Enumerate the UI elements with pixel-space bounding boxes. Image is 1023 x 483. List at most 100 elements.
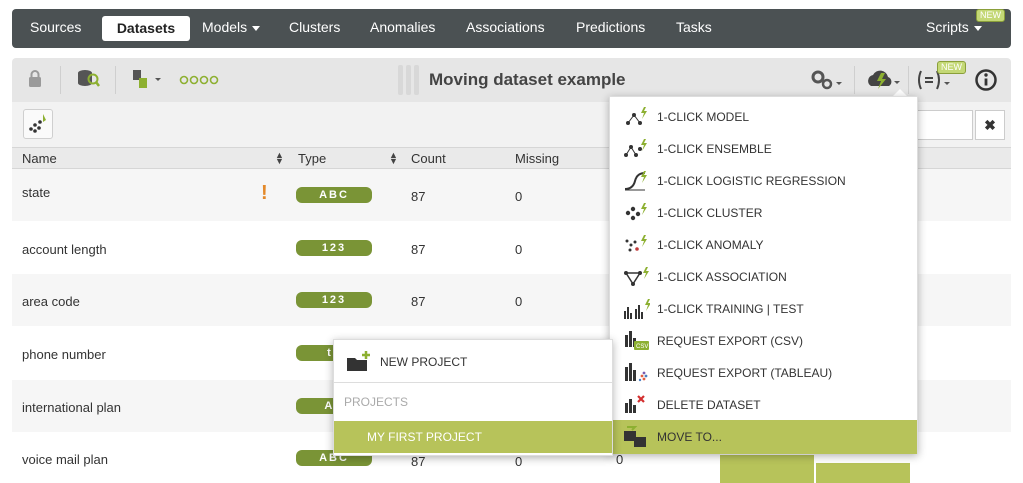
anomaly-icon xyxy=(625,235,647,252)
nav-scripts[interactable]: Scripts xyxy=(926,19,982,35)
menu-item-delete-dataset[interactable]: DELETE DATASET xyxy=(610,389,917,421)
delete-dataset-icon xyxy=(625,395,645,413)
histogram-bar xyxy=(816,463,910,483)
sort-name-icon[interactable]: ▲ ▼ xyxy=(275,151,284,166)
menu-item-1click-model[interactable]: 1-CLICK MODEL xyxy=(610,101,917,133)
menu-item-label: 1-CLICK CLUSTER xyxy=(657,206,763,220)
column-header-type[interactable]: Type xyxy=(298,151,326,166)
top-navigation-bar: Sources Datasets Models Clusters Anomali… xyxy=(12,9,1011,48)
scatter-filter-icon xyxy=(29,114,46,133)
menu-item-1click-association[interactable]: 1-CLICK ASSOCIATION xyxy=(610,261,917,293)
clear-search-button[interactable]: ✖ xyxy=(975,110,1005,140)
menu-item-label: 1-CLICK LOGISTIC REGRESSION xyxy=(657,174,846,188)
menu-item-1click-ensemble[interactable]: 1-CLICK ENSEMBLE xyxy=(610,133,917,165)
field-name: account length xyxy=(22,242,107,257)
formula-new-badge: NEW xyxy=(937,61,966,74)
nav-sources[interactable]: Sources xyxy=(30,19,81,35)
configure-gears-icon[interactable] xyxy=(810,68,844,92)
association-icon xyxy=(624,267,649,286)
sort-type-icon[interactable]: ▲ ▼ xyxy=(389,151,398,166)
menu-item-new-project[interactable]: NEW PROJECT xyxy=(334,344,612,380)
menu-item-label: DELETE DATASET xyxy=(657,398,761,412)
field-missing: 0 xyxy=(515,454,523,469)
type-badge: 123 xyxy=(296,240,372,256)
nav-models-label: Models xyxy=(202,19,248,35)
field-name: phone number xyxy=(22,347,106,362)
dataset-search-icon[interactable] xyxy=(76,67,100,91)
svg-text:CSV: CSV xyxy=(636,344,648,350)
field-count: 87 xyxy=(411,242,426,257)
chevron-down-icon xyxy=(973,25,982,31)
type-badge: 123 xyxy=(296,292,372,308)
menu-item-label: 1-CLICK MODEL xyxy=(657,110,750,124)
dataset-title: Moving dataset example xyxy=(429,70,626,89)
toolbar-divider xyxy=(60,66,61,94)
toolbar-divider xyxy=(854,66,855,94)
toolbar-divider xyxy=(908,66,909,94)
field-missing: 0 xyxy=(515,294,523,309)
scripts-new-badge: NEW xyxy=(976,9,1005,22)
info-icon[interactable] xyxy=(974,68,998,92)
more-dots-icon[interactable] xyxy=(179,75,223,85)
nav-tasks[interactable]: Tasks xyxy=(676,19,712,35)
sort-numeric-icon[interactable] xyxy=(131,67,163,91)
field-count: 87 xyxy=(411,294,426,309)
field-missing: 0 xyxy=(515,242,523,257)
nav-datasets[interactable]: Datasets xyxy=(102,16,190,41)
field-count: 87 xyxy=(411,454,426,469)
model-tree-icon xyxy=(626,107,647,125)
field-name: area code xyxy=(22,294,80,309)
filter-fields-button[interactable] xyxy=(23,109,53,139)
field-name: state xyxy=(22,185,51,200)
menu-item-label: 1-CLICK ANOMALY xyxy=(657,238,764,252)
menu-item-label: REQUEST EXPORT (TABLEAU) xyxy=(657,366,833,380)
new-project-label: NEW PROJECT xyxy=(380,355,468,369)
toolbar-divider xyxy=(115,66,116,94)
menu-item-1click-logistic-regression[interactable]: 1-CLICK LOGISTIC REGRESSION xyxy=(610,165,917,197)
field-name: international plan xyxy=(22,400,122,415)
field-missing: 0 xyxy=(515,189,523,204)
dataset-title-area: Moving dataset example xyxy=(398,64,626,96)
histogram-bar xyxy=(720,455,814,483)
menu-pointer-arrow xyxy=(893,89,907,96)
column-header-count[interactable]: Count xyxy=(411,151,446,166)
nav-clusters[interactable]: Clusters xyxy=(289,19,340,35)
column-header-missing[interactable]: Missing xyxy=(515,151,559,166)
chevron-down-icon xyxy=(252,25,261,31)
menu-item-1click-training-test[interactable]: 1-CLICK TRAINING | TEST xyxy=(610,293,917,325)
menu-item-move-to[interactable]: MOVE TO... xyxy=(610,420,917,454)
type-badge: ABC xyxy=(296,187,372,203)
column-header-name[interactable]: Name xyxy=(22,151,57,166)
export-csv-icon: CSV xyxy=(625,331,649,350)
move-to-folder-icon xyxy=(624,426,646,447)
warning-icon: ! xyxy=(261,182,268,204)
menu-item-label: 1-CLICK ASSOCIATION xyxy=(657,270,787,284)
field-count: 87 xyxy=(411,189,426,204)
cluster-icon xyxy=(625,203,647,221)
dataset-bars-icon xyxy=(398,65,419,95)
menu-item-label: MOVE TO... xyxy=(657,430,722,444)
menu-item-1click-cluster[interactable]: 1-CLICK CLUSTER xyxy=(610,197,917,229)
nav-associations[interactable]: Associations xyxy=(466,19,545,35)
lock-icon[interactable] xyxy=(28,70,42,88)
menu-item-label: 1-CLICK ENSEMBLE xyxy=(657,142,772,156)
menu-item-1click-anomaly[interactable]: 1-CLICK ANOMALY xyxy=(610,229,917,261)
field-name: voice mail plan xyxy=(22,452,108,467)
menu-item-request-export-csv[interactable]: CSV REQUEST EXPORT (CSV) xyxy=(610,325,917,357)
logistic-curve-icon xyxy=(624,171,647,191)
export-tableau-icon xyxy=(625,363,648,382)
one-click-menu: 1-CLICK MODEL 1-CLICK ENSEMBLE 1-CLICK L… xyxy=(609,96,918,454)
move-to-projects-submenu: NEW PROJECT PROJECTS MY FIRST PROJECT xyxy=(333,339,613,456)
nav-models[interactable]: Models xyxy=(202,19,261,35)
project-item-my-first-project[interactable]: MY FIRST PROJECT xyxy=(334,421,612,453)
menu-item-label: REQUEST EXPORT (CSV) xyxy=(657,334,804,348)
nav-predictions[interactable]: Predictions xyxy=(576,19,645,35)
nav-anomalies[interactable]: Anomalies xyxy=(370,19,435,35)
field-value: 0 xyxy=(616,452,624,467)
nav-scripts-label: Scripts xyxy=(926,19,969,35)
submenu-divider xyxy=(334,382,612,383)
new-folder-icon xyxy=(347,351,370,371)
menu-item-request-export-tableau[interactable]: REQUEST EXPORT (TABLEAU) xyxy=(610,357,917,389)
ensemble-icon xyxy=(624,139,647,157)
projects-section-label: PROJECTS xyxy=(344,395,409,409)
